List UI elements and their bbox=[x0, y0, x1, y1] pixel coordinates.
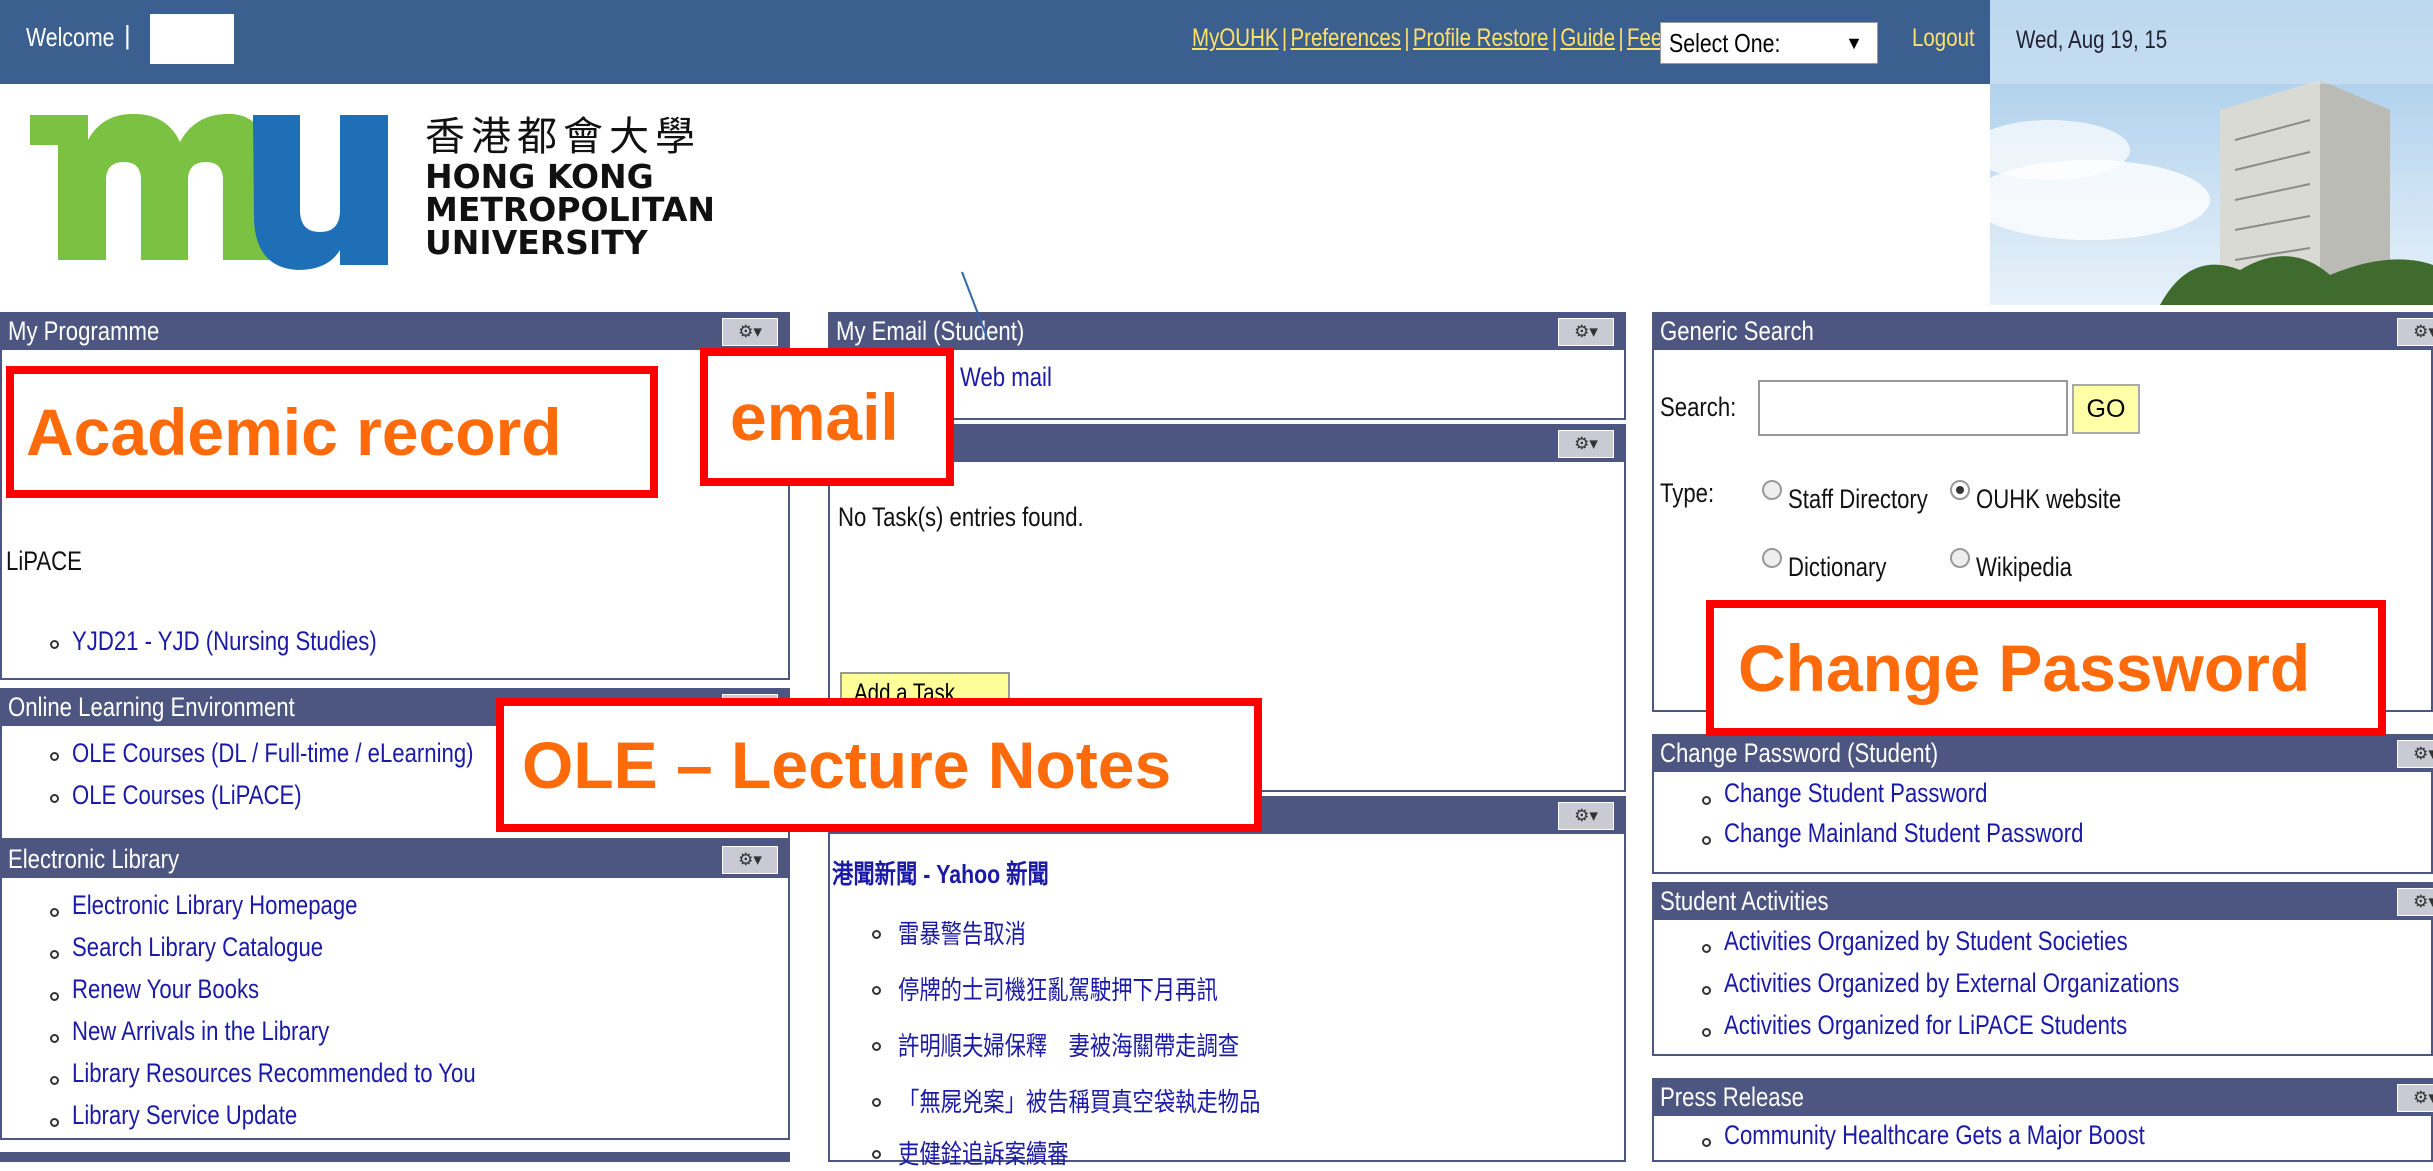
news-item[interactable]: 停牌的士司機狂亂駕駛押下月再訊 bbox=[898, 970, 1288, 1007]
bullet-icon bbox=[872, 930, 881, 939]
staff-directory-radio[interactable] bbox=[1762, 480, 1782, 500]
dropdown-arrow-icon: ▼ bbox=[1845, 33, 1863, 53]
news-item[interactable]: 雷暴警告取消 bbox=[898, 914, 1054, 951]
ole-courses-dl-link[interactable]: OLE Courses (DL / Full-time / eLearning) bbox=[72, 738, 562, 769]
renew-books-link[interactable]: Renew Your Books bbox=[72, 974, 300, 1005]
bullet-icon bbox=[50, 950, 59, 959]
university-logo bbox=[30, 113, 388, 270]
search-go-button[interactable]: GO bbox=[2072, 384, 2140, 434]
ouhk-website-label: OUHK website bbox=[1976, 484, 2122, 514]
press-release-link[interactable]: Community Healthcare Gets a Major Boost bbox=[1724, 1120, 2237, 1151]
logo-english-name: HONG KONG METROPOLITAN UNIVERSITY bbox=[425, 157, 716, 262]
bullet-icon bbox=[50, 794, 59, 803]
search-label: Search: bbox=[1660, 392, 1737, 422]
tasks-empty-message: No Task(s) entries found. bbox=[838, 502, 1084, 532]
my-programme-header: My Programme ⚙▾ bbox=[0, 312, 790, 350]
bullet-icon bbox=[872, 1098, 881, 1107]
new-arrivals-link[interactable]: New Arrivals in the Library bbox=[72, 1016, 386, 1047]
bullet-icon bbox=[50, 752, 59, 761]
change-student-password-link[interactable] bbox=[1678, 778, 1723, 809]
activities-student-societies-link[interactable]: Activities Organized by Student Societie… bbox=[1724, 926, 2216, 957]
type-label: Type: bbox=[1660, 478, 1715, 508]
search-input[interactable] bbox=[1758, 380, 2068, 436]
news-source-link[interactable]: 港聞新聞 - Yahoo 新聞 bbox=[832, 854, 1096, 891]
staff-directory-label: Staff Directory bbox=[1788, 484, 1928, 514]
bullet-icon bbox=[1702, 836, 1711, 845]
bullet-icon bbox=[872, 1042, 881, 1051]
ole-lecture-notes-callout: OLE – Lecture Notes bbox=[496, 698, 1262, 832]
news-item[interactable]: 吏健銓追訴案續審 bbox=[898, 1134, 1106, 1171]
wikipedia-label: Wikipedia bbox=[1976, 552, 2072, 582]
library-header: Electronic Library ⚙▾ bbox=[0, 840, 790, 878]
activities-lipace-link[interactable]: Activities Organized for LiPACE Students bbox=[1724, 1010, 2216, 1041]
pointer-line bbox=[961, 271, 989, 341]
bullet-icon bbox=[1702, 1138, 1711, 1147]
student-activities-header: Student Activities ⚙▾ bbox=[1652, 882, 2433, 920]
logo-chinese-name: 香港都會大學 bbox=[425, 114, 701, 160]
change-password-header: Change Password (Student) ⚙▾ bbox=[1652, 734, 2433, 772]
portlet-settings-icon[interactable]: ⚙▾ bbox=[2397, 1084, 2433, 1112]
search-header: Generic Search ⚙▾ bbox=[1652, 312, 2433, 350]
guide-link[interactable]: Guide bbox=[1560, 24, 1615, 52]
portlet-settings-icon[interactable]: ⚙▾ bbox=[2397, 740, 2433, 768]
academic-record-callout: Academic record bbox=[6, 366, 658, 498]
logout-link[interactable]: Logout bbox=[1912, 24, 1988, 53]
bullet-icon bbox=[1702, 986, 1711, 995]
email-header: My Email (Student) ⚙▾ bbox=[828, 312, 1626, 350]
portlet-settings-icon[interactable]: ⚙▾ bbox=[722, 318, 778, 346]
bullet-icon bbox=[1702, 1028, 1711, 1037]
portlet-settings-icon[interactable]: ⚙▾ bbox=[2397, 318, 2433, 346]
portlet-settings-icon[interactable]: ⚙▾ bbox=[2397, 888, 2433, 916]
dictionary-label: Dictionary bbox=[1788, 552, 1887, 582]
bullet-icon bbox=[50, 1034, 59, 1043]
news-item[interactable]: 許明順夫婦保釋 妻被海關帶走調查 bbox=[898, 1026, 1314, 1063]
bullet-icon bbox=[50, 908, 59, 917]
bullet-icon bbox=[872, 1150, 881, 1159]
portlet-settings-icon[interactable]: ⚙▾ bbox=[1558, 802, 1614, 830]
portlet-settings-icon[interactable]: ⚙▾ bbox=[1558, 430, 1614, 458]
bullet-icon bbox=[50, 992, 59, 1001]
preferences-link[interactable]: Preferences bbox=[1290, 24, 1401, 52]
profile-restore-link[interactable]: Profile Restore bbox=[1413, 24, 1549, 52]
bullet-icon bbox=[50, 640, 59, 649]
change-student-password-link[interactable]: Change Student Password bbox=[1724, 778, 2045, 809]
ole-courses-lipace-link[interactable]: OLE Courses (LiPACE) bbox=[72, 780, 352, 811]
portlet-settings-icon[interactable]: ⚙▾ bbox=[1558, 318, 1614, 346]
email-callout: email bbox=[700, 348, 954, 486]
recommended-resources-link[interactable]: Library Resources Recommended to You bbox=[72, 1058, 564, 1089]
search-catalogue-link[interactable]: Search Library Catalogue bbox=[72, 932, 378, 963]
quick-select-dropdown[interactable]: Select One: ▼ bbox=[1660, 22, 1878, 64]
bullet-icon bbox=[50, 1118, 59, 1127]
wikipedia-radio[interactable] bbox=[1950, 548, 1970, 568]
web-mail-link[interactable]: Web mail bbox=[960, 362, 1072, 393]
current-date: Wed, Aug 19, 15 bbox=[2016, 26, 2168, 54]
press-release-header: Press Release ⚙▾ bbox=[1652, 1078, 2433, 1116]
bullet-icon bbox=[50, 1076, 59, 1085]
ouhk-website-radio[interactable] bbox=[1950, 480, 1970, 500]
portlet-settings-icon[interactable]: ⚙▾ bbox=[722, 846, 778, 874]
activities-external-organizations-link[interactable]: Activities Organized by External Organiz… bbox=[1724, 968, 2279, 999]
welcome-label: Welcome bbox=[26, 22, 115, 52]
change-password-callout: Change Password bbox=[1706, 600, 2386, 736]
programme-section-label: LiPACE bbox=[6, 546, 82, 576]
bullet-icon bbox=[872, 986, 881, 995]
library-service-update-link[interactable]: Library Service Update bbox=[72, 1100, 347, 1131]
library-homepage-link[interactable]: Electronic Library Homepage bbox=[72, 890, 420, 921]
welcome-separator: | bbox=[124, 20, 131, 50]
change-mainland-password-link[interactable]: Change Mainland Student Password bbox=[1724, 818, 2162, 849]
bullet-icon bbox=[1702, 944, 1711, 953]
next-portlet-header bbox=[0, 1152, 790, 1162]
myouhk-link[interactable]: MyOUHK bbox=[1192, 24, 1279, 52]
programme-link[interactable]: YJD21 - YJD (Nursing Studies) bbox=[72, 626, 444, 657]
dictionary-radio[interactable] bbox=[1762, 548, 1782, 568]
user-name-field bbox=[150, 14, 234, 64]
news-item[interactable]: 「無屍兇案」被告稱買真空袋執走物品 bbox=[898, 1082, 1340, 1119]
